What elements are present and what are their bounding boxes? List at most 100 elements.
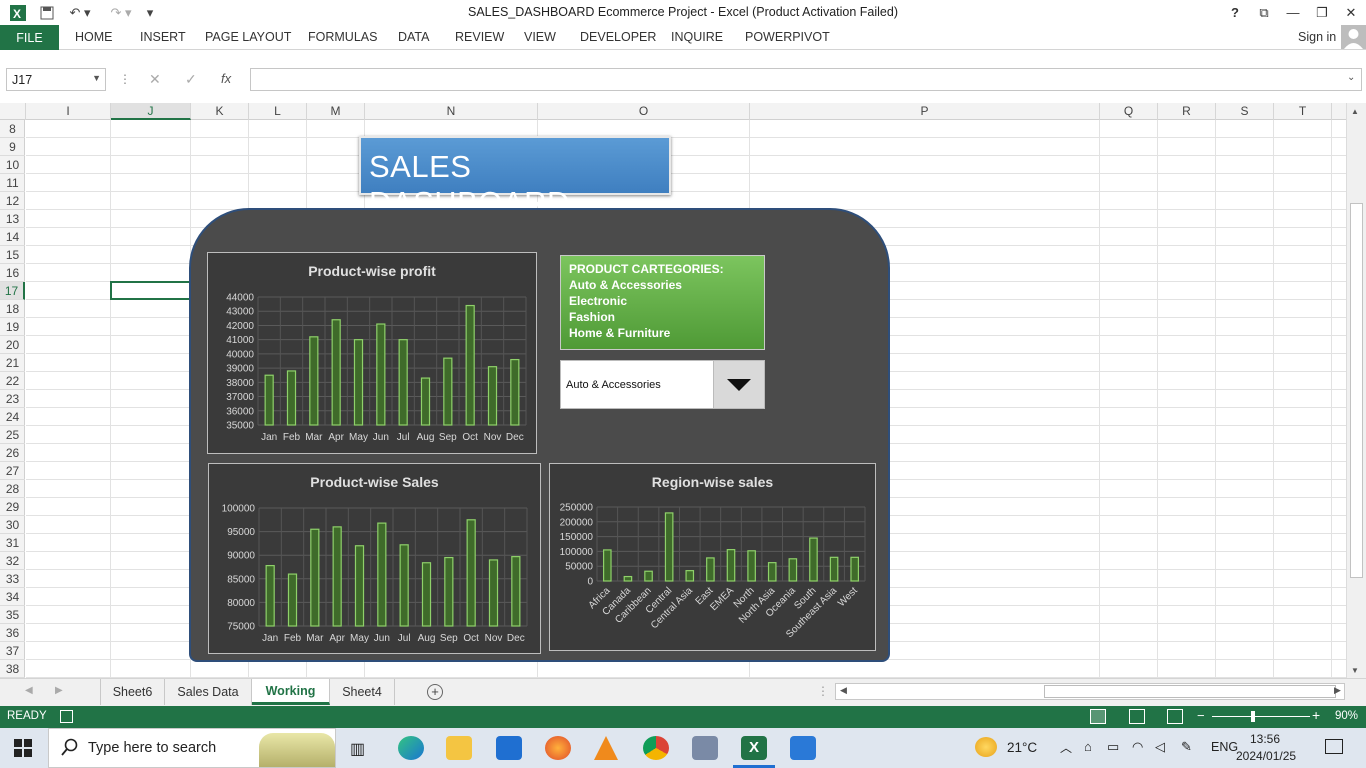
- row-header[interactable]: 33: [0, 570, 25, 588]
- excel-taskbar-icon[interactable]: X: [741, 736, 767, 760]
- h-scroll-thumb[interactable]: [1044, 685, 1336, 698]
- sign-in-link[interactable]: Sign in: [1298, 30, 1336, 44]
- chevron-up-icon[interactable]: ︿: [1060, 739, 1072, 756]
- row-header[interactable]: 14: [0, 228, 25, 246]
- app-icon[interactable]: [692, 736, 718, 760]
- column-header[interactable]: T: [1274, 103, 1332, 120]
- select-all-corner[interactable]: [0, 103, 26, 120]
- formula-input[interactable]: [250, 68, 1362, 91]
- volume-icon[interactable]: ◁: [1155, 739, 1165, 755]
- language-indicator[interactable]: ENG: [1211, 740, 1238, 754]
- windows-start-icon[interactable]: [14, 739, 32, 760]
- category-dropdown[interactable]: Auto & Accessories: [560, 360, 765, 409]
- tab-insert[interactable]: INSERT: [140, 30, 186, 44]
- row-header[interactable]: 26: [0, 444, 25, 462]
- row-header[interactable]: 37: [0, 642, 25, 660]
- insert-function-icon[interactable]: fx: [221, 71, 231, 86]
- scroll-down-icon[interactable]: ▼: [1351, 666, 1359, 675]
- zoom-out-icon[interactable]: −: [1197, 708, 1205, 723]
- tab-developer[interactable]: DEVELOPER: [580, 30, 656, 44]
- pen-icon[interactable]: ✎: [1181, 739, 1192, 755]
- column-header[interactable]: Q: [1100, 103, 1158, 120]
- row-header[interactable]: 11: [0, 174, 25, 192]
- cancel-icon[interactable]: ✕: [149, 71, 161, 88]
- row-header[interactable]: 23: [0, 390, 25, 408]
- task-view-icon[interactable]: ▥: [350, 739, 365, 759]
- row-header[interactable]: 16: [0, 264, 25, 282]
- tab-inquire[interactable]: INQUIRE: [671, 30, 723, 44]
- mail-icon[interactable]: [496, 736, 522, 760]
- row-header[interactable]: 20: [0, 336, 25, 354]
- file-explorer-icon[interactable]: [446, 736, 472, 760]
- row-header[interactable]: 30: [0, 516, 25, 534]
- clock-date[interactable]: 2024/01/25: [1236, 749, 1296, 763]
- row-header[interactable]: 18: [0, 300, 25, 318]
- zoom-level[interactable]: 90%: [1335, 710, 1358, 722]
- expand-formula-bar-icon[interactable]: ⌄: [1347, 72, 1355, 83]
- meet-now-icon[interactable]: ⌂: [1084, 739, 1092, 754]
- row-header[interactable]: 12: [0, 192, 25, 210]
- row-header[interactable]: 31: [0, 534, 25, 552]
- photos-icon[interactable]: [790, 736, 816, 760]
- sheet-tab-working[interactable]: Working: [252, 679, 330, 705]
- row-header[interactable]: 27: [0, 462, 25, 480]
- close-icon[interactable]: ✕: [1336, 0, 1366, 25]
- row-header[interactable]: 13: [0, 210, 25, 228]
- wifi-icon[interactable]: ◠: [1132, 739, 1143, 755]
- row-header[interactable]: 10: [0, 156, 25, 174]
- tab-view[interactable]: VIEW: [524, 30, 556, 44]
- scroll-left-icon[interactable]: ◀: [840, 685, 847, 696]
- zoom-slider[interactable]: [1212, 716, 1310, 717]
- row-header[interactable]: 22: [0, 372, 25, 390]
- enter-icon[interactable]: ✓: [185, 71, 197, 88]
- macro-record-icon[interactable]: [60, 710, 73, 723]
- row-header[interactable]: 9: [0, 138, 25, 156]
- chevron-down-icon[interactable]: ▼: [92, 73, 101, 83]
- tab-split-handle[interactable]: ⋮: [817, 684, 829, 698]
- tab-powerpivot[interactable]: POWERPIVOT: [745, 30, 830, 44]
- dashboard-title[interactable]: SALES DASHBOARD: [359, 136, 671, 220]
- weather-icon[interactable]: [975, 737, 997, 757]
- chrome-icon[interactable]: [643, 736, 669, 760]
- page-layout-view-icon[interactable]: [1129, 709, 1145, 724]
- help-button[interactable]: ?: [1220, 0, 1250, 25]
- product-categories-box[interactable]: PRODUCT CARTEGORIES: Auto & Accessories …: [560, 255, 765, 350]
- restore-icon[interactable]: ❐: [1307, 0, 1337, 25]
- zoom-slider-thumb[interactable]: [1251, 711, 1255, 722]
- name-box[interactable]: J17 ▼: [6, 68, 106, 91]
- weather-temp[interactable]: 21°C: [1007, 740, 1037, 755]
- row-header[interactable]: 29: [0, 498, 25, 516]
- row-header[interactable]: 34: [0, 588, 25, 606]
- column-header[interactable]: S: [1216, 103, 1274, 120]
- row-header[interactable]: 21: [0, 354, 25, 372]
- sheet-tab-sales-data[interactable]: Sales Data: [165, 679, 252, 705]
- tab-formulas[interactable]: FORMULAS: [308, 30, 377, 44]
- column-header-selected[interactable]: J: [111, 103, 191, 120]
- page-break-view-icon[interactable]: [1167, 709, 1183, 724]
- clock-time[interactable]: 13:56: [1250, 732, 1280, 746]
- row-header[interactable]: 25: [0, 426, 25, 444]
- region-chart[interactable]: Region-wise sales 250000 200000 150000 1000…: [549, 463, 876, 651]
- vertical-scrollbar[interactable]: ▲ ▼: [1346, 103, 1366, 678]
- column-header[interactable]: K: [191, 103, 249, 120]
- profit-chart[interactable]: Product-wise profit 44000 43000 42000 41000…: [207, 252, 537, 454]
- zoom-in-icon[interactable]: +: [1312, 707, 1320, 723]
- scroll-thumb[interactable]: [1350, 203, 1363, 578]
- row-header[interactable]: 24: [0, 408, 25, 426]
- new-sheet-icon[interactable]: +: [427, 684, 443, 700]
- sheet-tab-sheet4[interactable]: Sheet4: [330, 679, 395, 705]
- tab-page-layout[interactable]: PAGE LAYOUT: [205, 30, 291, 44]
- sales-chart[interactable]: Product-wise Sales 100000 95000 90000 85000…: [208, 463, 541, 654]
- column-header[interactable]: L: [249, 103, 307, 120]
- tab-review[interactable]: REVIEW: [455, 30, 504, 44]
- column-header[interactable]: N: [365, 103, 538, 120]
- minimize-icon[interactable]: —: [1278, 0, 1308, 25]
- row-header[interactable]: 36: [0, 624, 25, 642]
- ribbon-display-options-icon[interactable]: ⧉: [1249, 0, 1279, 25]
- taskbar-search[interactable]: Type here to search: [48, 728, 336, 768]
- row-header[interactable]: 35: [0, 606, 25, 624]
- dropdown-arrow-icon[interactable]: [713, 361, 764, 408]
- column-header[interactable]: M: [307, 103, 365, 120]
- horizontal-scrollbar[interactable]: ◀ ▶: [835, 683, 1345, 700]
- avatar[interactable]: [1341, 25, 1366, 49]
